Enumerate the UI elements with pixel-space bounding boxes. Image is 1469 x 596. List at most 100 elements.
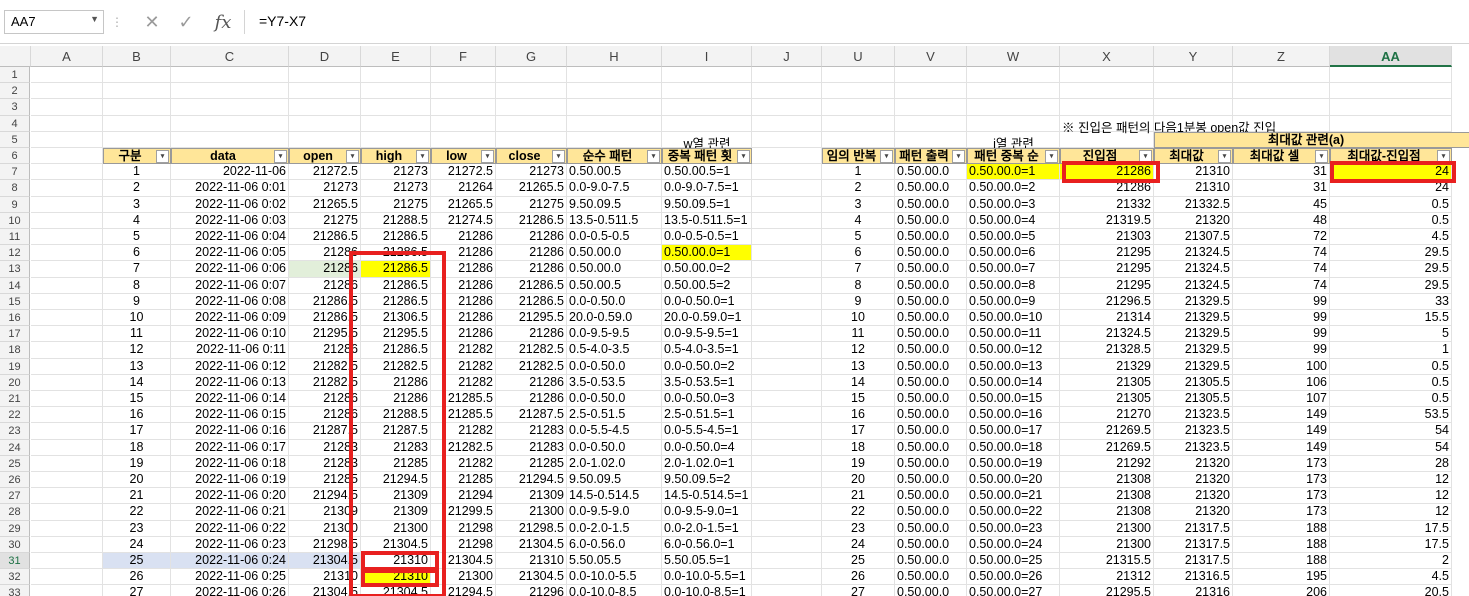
cell-u21[interactable]: 15	[822, 391, 895, 408]
cell-y28[interactable]: 21320	[1154, 504, 1233, 521]
cell-w21[interactable]: 0.50.00.0=15	[967, 391, 1060, 408]
cell-d28[interactable]: 21309	[289, 504, 361, 521]
cell-j33[interactable]	[752, 585, 822, 596]
cell-y23[interactable]: 21323.5	[1154, 423, 1233, 440]
row-header-17[interactable]: 17	[0, 326, 30, 343]
cell-j16[interactable]	[752, 310, 822, 327]
cell-j13[interactable]	[752, 261, 822, 278]
cell-x27[interactable]: 21308	[1060, 488, 1154, 505]
cell-v12[interactable]: 0.50.00.0	[895, 245, 967, 262]
cell-j10[interactable]	[752, 212, 822, 229]
cell-u27[interactable]: 21	[822, 488, 895, 505]
chevron-down-icon[interactable]: ▼	[90, 14, 99, 24]
cell-v32[interactable]: 0.50.00.0	[895, 569, 967, 586]
column-header-a[interactable]: A	[31, 46, 103, 67]
cell-j23[interactable]	[752, 423, 822, 440]
cell-u33[interactable]: 27	[822, 585, 895, 596]
filter-dropdown-icon[interactable]: ▾	[1045, 150, 1058, 163]
cell-h3[interactable]	[567, 99, 662, 116]
cell-e3[interactable]	[361, 99, 431, 116]
cell-a14[interactable]	[31, 277, 103, 294]
cell-h16[interactable]: 20.0-0.59.0	[567, 310, 662, 327]
cell-z9[interactable]: 45	[1233, 196, 1330, 213]
cell-j14[interactable]	[752, 277, 822, 294]
cell-v20[interactable]: 0.50.00.0	[895, 374, 967, 391]
cell-c29[interactable]: 2022-11-06 0:22	[171, 520, 289, 537]
cell-aa1[interactable]	[1330, 67, 1452, 84]
cell-x12[interactable]: 21295	[1060, 245, 1154, 262]
row-header-15[interactable]: 15	[0, 293, 30, 310]
filter-dropdown-icon[interactable]: ▾	[737, 150, 750, 163]
cell-f4[interactable]	[431, 115, 496, 132]
cell-g17[interactable]: 21286	[496, 326, 567, 343]
cell-x11[interactable]: 21303	[1060, 229, 1154, 246]
cell-c18[interactable]: 2022-11-06 0:11	[171, 342, 289, 359]
cell-i33[interactable]: 0.0-10.0-8.5=1	[662, 585, 752, 596]
cell-w33[interactable]: 0.50.00.0=27	[967, 585, 1060, 596]
cell-e26[interactable]: 21294.5	[361, 472, 431, 489]
cell-a15[interactable]	[31, 293, 103, 310]
row-header-21[interactable]: 21	[0, 391, 30, 408]
cell-d16[interactable]: 21286.5	[289, 310, 361, 327]
cell-w9[interactable]: 0.50.00.0=3	[967, 196, 1060, 213]
header-i[interactable]: 중복 패턴 횟 ▾	[662, 148, 752, 165]
cell-d13[interactable]: 21286	[289, 261, 361, 278]
cell-f30[interactable]: 21298	[431, 536, 496, 553]
cell-d12[interactable]: 21286	[289, 245, 361, 262]
cell-u12[interactable]: 6	[822, 245, 895, 262]
cell-w2[interactable]	[967, 83, 1060, 100]
cell-x22[interactable]: 21270	[1060, 407, 1154, 424]
cell-h12[interactable]: 0.50.00.0	[567, 245, 662, 262]
cell-b31[interactable]: 25	[103, 553, 171, 570]
cell-v31[interactable]: 0.50.00.0	[895, 553, 967, 570]
cell-e25[interactable]: 21285	[361, 455, 431, 472]
cell-e33[interactable]: 21304.5	[361, 585, 431, 596]
row-header-27[interactable]: 27	[0, 488, 30, 505]
formula-input[interactable]: =Y7-X7	[244, 10, 1469, 34]
cell-e2[interactable]	[361, 83, 431, 100]
cell-a33[interactable]	[31, 585, 103, 596]
cell-g12[interactable]: 21286	[496, 245, 567, 262]
cell-c7[interactable]: 2022-11-06	[171, 164, 289, 181]
cell-u10[interactable]: 4	[822, 212, 895, 229]
cell-j4[interactable]	[752, 115, 822, 132]
cell-h22[interactable]: 2.5-0.51.5	[567, 407, 662, 424]
cell-a10[interactable]	[31, 212, 103, 229]
cell-b25[interactable]: 19	[103, 455, 171, 472]
cell-z11[interactable]: 72	[1233, 229, 1330, 246]
cell-g15[interactable]: 21286.5	[496, 293, 567, 310]
cell-z20[interactable]: 106	[1233, 374, 1330, 391]
cell-x17[interactable]: 21324.5	[1060, 326, 1154, 343]
cell-z27[interactable]: 173	[1233, 488, 1330, 505]
cell-j1[interactable]	[752, 67, 822, 84]
cell-c24[interactable]: 2022-11-06 0:17	[171, 439, 289, 456]
cell-b21[interactable]: 15	[103, 391, 171, 408]
cell-h20[interactable]: 3.5-0.53.5	[567, 374, 662, 391]
cell-e11[interactable]: 21286.5	[361, 229, 431, 246]
cell-d3[interactable]	[289, 99, 361, 116]
cell-g33[interactable]: 21296	[496, 585, 567, 596]
cell-j7[interactable]	[752, 164, 822, 181]
cell-aa12[interactable]: 29.5	[1330, 245, 1452, 262]
cell-d15[interactable]: 21286.5	[289, 293, 361, 310]
cell-h26[interactable]: 9.50.09.5	[567, 472, 662, 489]
fx-icon[interactable]: fx	[208, 10, 238, 34]
cell-y13[interactable]: 21324.5	[1154, 261, 1233, 278]
cell-e29[interactable]: 21300	[361, 520, 431, 537]
cell-y11[interactable]: 21307.5	[1154, 229, 1233, 246]
cell-x3[interactable]	[1060, 99, 1154, 116]
cell-h2[interactable]	[567, 83, 662, 100]
cell-b32[interactable]: 26	[103, 569, 171, 586]
cell-h29[interactable]: 0.0-2.0-1.5	[567, 520, 662, 537]
cell-x16[interactable]: 21314	[1060, 310, 1154, 327]
cell-x23[interactable]: 21269.5	[1060, 423, 1154, 440]
cell-f1[interactable]	[431, 67, 496, 84]
cell-v2[interactable]	[895, 83, 967, 100]
cell-i31[interactable]: 5.50.05.5=1	[662, 553, 752, 570]
cell-d22[interactable]: 21286	[289, 407, 361, 424]
cell-h5[interactable]	[567, 131, 662, 148]
row-header-18[interactable]: 18	[0, 342, 30, 359]
header-f[interactable]: low ▾	[431, 148, 496, 165]
cell-d11[interactable]: 21286.5	[289, 229, 361, 246]
cell-z2[interactable]	[1233, 83, 1330, 100]
